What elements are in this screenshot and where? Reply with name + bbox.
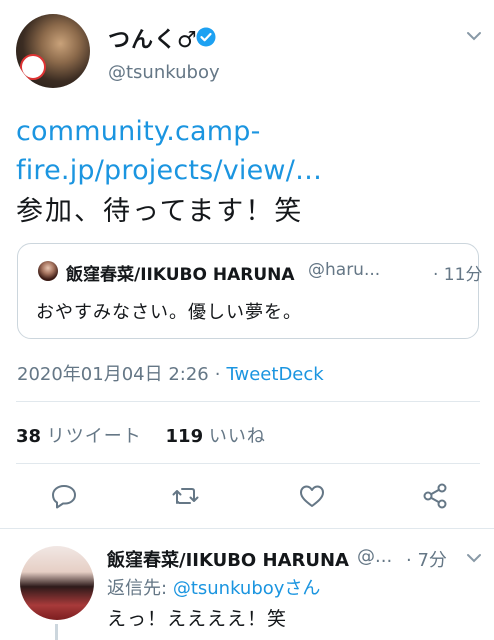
tweet-text: community.camp-fire.jp/projects/view/… 参… [16, 112, 486, 231]
reply-time[interactable]: · 7分 [406, 546, 447, 572]
quoted-avatar [38, 261, 58, 281]
tweet-meta: 2020年01月04日 2:26 · TweetDeck [17, 360, 324, 386]
retweet-count[interactable]: 38 [16, 426, 41, 447]
meta-separator: · [214, 364, 221, 385]
reply-text: えっ！ええええ！笑 [107, 608, 288, 630]
quoted-text: おやすみなさい。優しい夢を。 [36, 302, 302, 323]
tweet-source[interactable]: TweetDeck [227, 364, 324, 385]
tweet-header: つんく♂ @tsunkuboy [0, 0, 494, 100]
like-count[interactable]: 119 [166, 426, 204, 447]
share-icon[interactable] [421, 482, 449, 510]
chevron-down-icon[interactable] [466, 30, 482, 42]
avatar[interactable] [16, 14, 90, 88]
divider [0, 528, 494, 529]
divider [16, 463, 480, 464]
screen-name[interactable]: @tsunkuboy [108, 62, 220, 83]
quoted-name: 飯窪春菜/IIKUBO HARUNA [66, 265, 295, 285]
avatar-stamp [20, 54, 46, 80]
tweet-body: 参加、待ってます！笑 [16, 196, 304, 227]
retweet-icon[interactable] [172, 482, 200, 510]
reply-to-mention[interactable]: @tsunkuboyさん [173, 578, 321, 599]
like-label[interactable]: いいね [209, 426, 266, 447]
tweet-link[interactable]: community.camp-fire.jp/projects/view/… [16, 112, 486, 190]
reply-icon[interactable] [50, 482, 78, 510]
thread-line [55, 624, 58, 640]
retweet-label[interactable]: リツイート [47, 426, 142, 447]
verified-badge-icon [196, 27, 216, 47]
divider [16, 401, 480, 402]
chevron-down-icon[interactable] [466, 552, 482, 564]
reply-author-name[interactable]: 飯窪春菜/IIKUBO HARUNA [107, 546, 349, 572]
reply-to-prefix: 返信先: [107, 578, 168, 599]
like-icon[interactable] [298, 482, 326, 510]
reply-author-handle[interactable]: @... [357, 546, 392, 567]
reply-avatar[interactable] [20, 546, 94, 620]
quoted-time: · 11分 [433, 265, 483, 285]
quoted-handle: @haru... [308, 260, 381, 280]
quoted-tweet[interactable]: 飯窪春菜/IIKUBO HARUNA @haru... · 11分 おやすみなさ… [17, 243, 483, 339]
tweet-stats: 38 リツイート 119 いいね [16, 422, 284, 448]
tweet-timestamp[interactable]: 2020年01月04日 2:26 [17, 364, 209, 385]
reply-to-line: 返信先: @tsunkuboyさん [107, 574, 320, 600]
display-name[interactable]: つんく♂ [108, 22, 198, 54]
